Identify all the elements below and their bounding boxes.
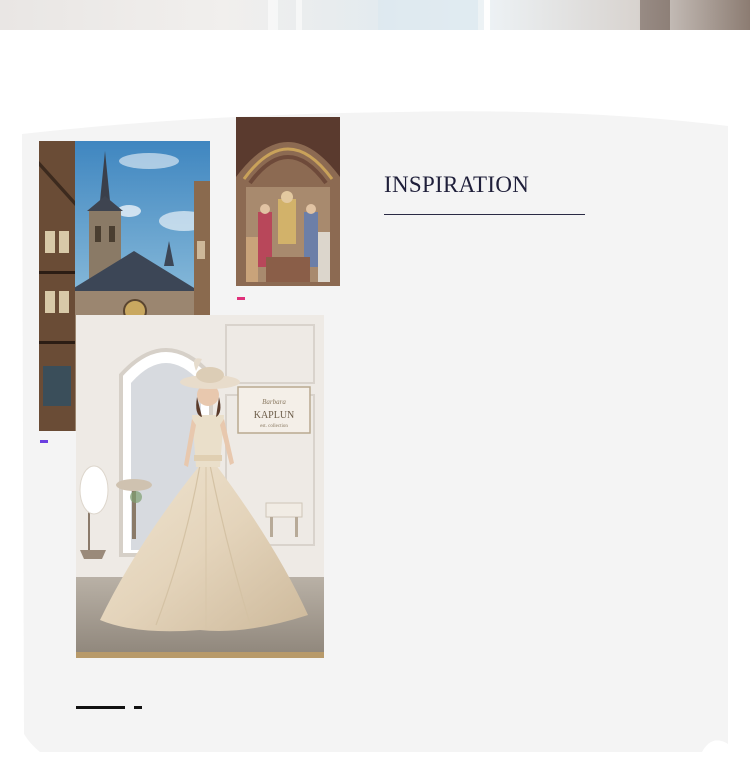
ballgown-photo: Barbara KAPLUN est. collection — [76, 315, 324, 658]
mural-photo — [236, 117, 340, 286]
section-title: INSPIRATION — [384, 172, 530, 197]
gown-sign-sub: est. collection — [260, 424, 288, 429]
top-banner-strip — [0, 0, 750, 30]
cathedral-accent-marker — [40, 440, 48, 443]
decorative-line-long — [76, 706, 125, 709]
title-underline — [384, 214, 585, 215]
gown-sign-brand: KAPLUN — [254, 410, 295, 421]
mural-accent-marker — [237, 297, 245, 300]
gown-sign-script: Barbara — [262, 398, 286, 406]
decorative-line-short — [134, 706, 142, 709]
